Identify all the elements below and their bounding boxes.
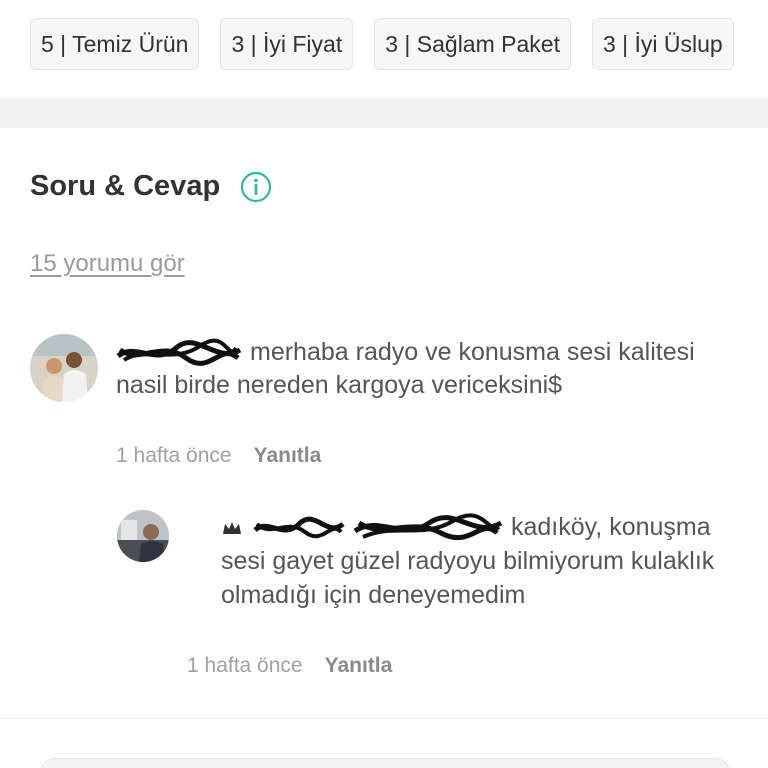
chip-temiz-urun[interactable]: 5 | Temiz Ürün <box>30 18 200 70</box>
comment-time: 1 hafta önce <box>187 654 303 677</box>
see-all-comments-link[interactable]: 15 yorumu gör <box>30 250 185 278</box>
redacted-username <box>116 339 242 367</box>
redacted-mention <box>353 513 503 541</box>
comment-meta: 1 hafta önce Yanıtla <box>116 444 321 468</box>
info-circle-icon[interactable] <box>240 171 272 203</box>
crown-icon <box>223 522 241 535</box>
avatar[interactable] <box>117 510 169 562</box>
section-header: Soru & Cevap <box>30 170 272 203</box>
comment-time: 1 hafta önce <box>116 444 232 467</box>
comment-meta: 1 hafta önce Yanıtla <box>187 654 392 678</box>
reply-button[interactable]: Yanıtla <box>254 444 322 468</box>
section-separator <box>0 98 768 128</box>
chip-iyi-uslup[interactable]: 3 | İyi Üslup <box>591 18 734 70</box>
chip-saglam-paket[interactable]: 3 | Sağlam Paket <box>374 18 571 70</box>
section-title: Soru & Cevap <box>30 170 221 202</box>
redacted-username <box>253 517 345 539</box>
comment-body: merhaba radyo ve konusma sesi kalitesi n… <box>116 336 716 402</box>
divider <box>0 718 768 719</box>
comment-body: kadıköy, konuşma sesi gayet güzel radyoy… <box>221 510 751 612</box>
rating-chips: 5 | Temiz Ürün 3 | İyi Fiyat 3 | Sağlam … <box>30 18 768 70</box>
reply-button[interactable]: Yanıtla <box>325 654 393 678</box>
avatar[interactable] <box>30 334 98 402</box>
comment-input-bar[interactable] <box>40 758 730 768</box>
chip-iyi-fiyat[interactable]: 3 | İyi Fiyat <box>220 18 354 70</box>
